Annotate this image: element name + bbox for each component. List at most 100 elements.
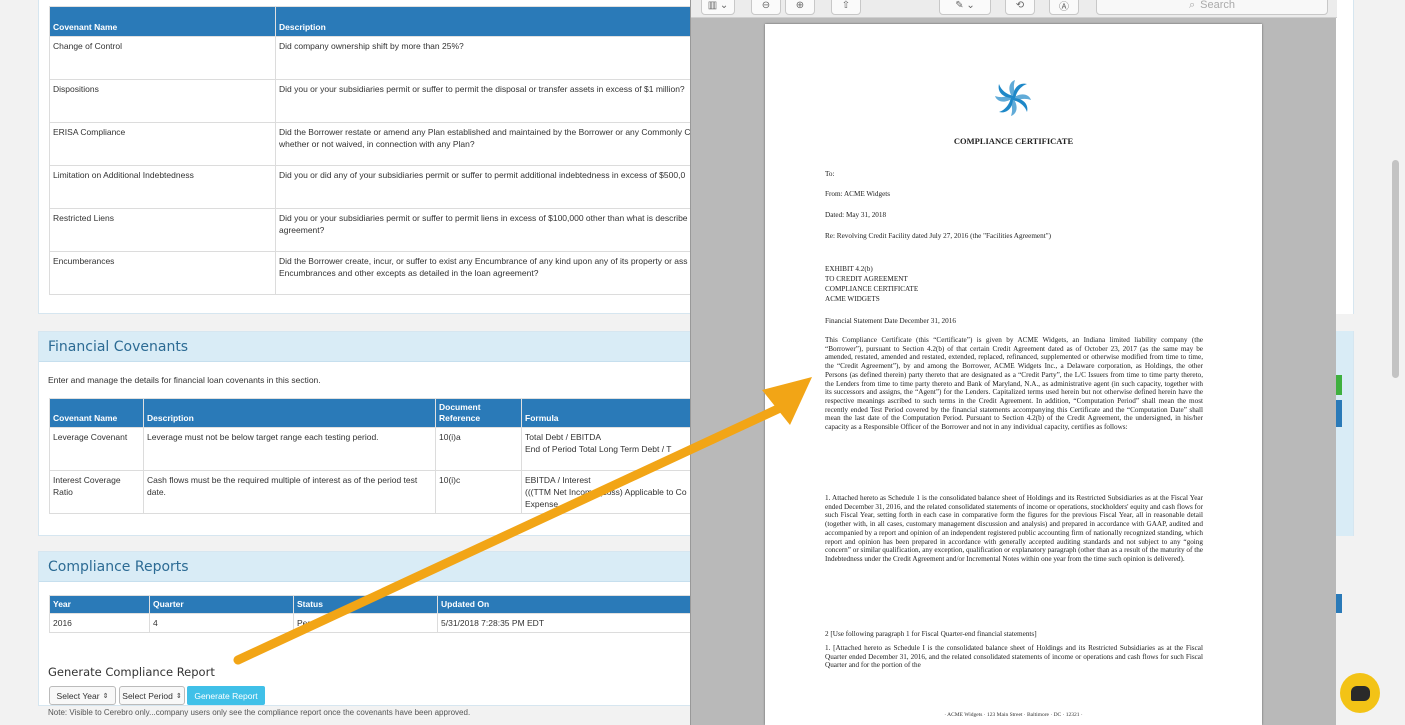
zoom-out-button[interactable]: ⊖ [751,0,781,15]
covenant-name: Limitation on Additional Indebtedness [49,165,276,209]
updown-icon: ⇕ [102,692,109,700]
table-row[interactable]: Restricted Liens Did you or your subsidia… [49,208,700,252]
table-header-edge [1336,594,1342,613]
doc-exhibit: EXHIBIT 4.2(b) TO CREDIT AGREEMENT COMPL… [825,264,1203,304]
updown-icon: ⇕ [175,692,182,700]
report-status: Pendi [293,613,438,633]
annotate-icon: Ⓐ [1059,1,1069,13]
col-updated-on: Updated On [437,595,700,614]
markup-button[interactable]: ✎ ⌄ [939,0,991,15]
pdf-preview-window: ▥ ⌄ ⊖ ⊕ ⇧ ✎ ⌄ ⟲ Ⓐ ⌕ Search COMPLIANCE CER… [690,0,1337,725]
covenant-name: Leverage Covenant [49,427,144,471]
preview-search-field[interactable]: ⌕ Search [1096,0,1328,15]
doc-statement-date: Financial Statement Date December 31, 20… [825,317,956,325]
rotate-button[interactable]: ⟲ [1005,0,1035,15]
select-period-dropdown[interactable]: Select Period ⇕ [119,686,185,705]
page-scrollbar[interactable] [1392,160,1399,378]
col-document-reference: Document Reference [435,398,522,428]
col-year: Year [49,595,150,614]
generate-report-button[interactable]: Generate Report [187,686,265,705]
document-reference: 10(i)c [435,470,522,514]
pen-icon: ✎ ⌄ [955,0,975,11]
financial-intro: Enter and manage the details for financi… [48,375,321,385]
certificate-title: COMPLIANCE CERTIFICATE [953,136,1074,146]
pdf-page: COMPLIANCE CERTIFICATE To: From: ACME Wi… [765,24,1262,725]
nonfinancial-table: Covenant Name Description Change of Cont… [49,6,700,295]
right-panel-edge [1336,331,1354,536]
table-row[interactable]: Dispositions Did you or your subsidiaries… [49,79,700,123]
table-row[interactable]: Encumberances Did the Borrower create, in… [49,251,700,295]
covenant-description: Cash flows must be the required multiple… [143,470,436,514]
document-reference: 10(i)a [435,427,522,471]
table-row[interactable]: Leverage Covenant Leverage must not be b… [49,427,700,471]
doc-re: Re: Revolving Credit Facility dated July… [825,232,1052,240]
col-covenant-name: Covenant Name [49,6,276,37]
formula: Total Debt / EBITDA End of Period Total … [521,427,700,471]
share-button[interactable]: ⇧ [831,0,861,15]
zoom-in-icon: ⊕ [795,0,805,11]
preview-toolbar: ▥ ⌄ ⊖ ⊕ ⇧ ✎ ⌄ ⟲ Ⓐ ⌕ Search [691,0,1337,18]
exhibit-line: COMPLIANCE CERTIFICATE [825,285,919,293]
doc-paragraph-1: This Compliance Certificate (this “Certi… [825,336,1203,432]
col-quarter: Quarter [149,595,294,614]
covenant-name: Dispositions [49,79,276,123]
doc-dated: Dated: May 31, 2018 [825,211,887,219]
select-year-dropdown[interactable]: Select Year ⇕ [49,686,116,705]
doc-paragraph-3-heading: 2 [Use following paragraph 1 for Fiscal … [825,630,1037,638]
annotate-button[interactable]: Ⓐ [1049,0,1079,15]
table-row[interactable]: 2016 4 Pendi 5/31/2018 7:28:35 PM EDT [49,613,700,633]
reports-table: Year Quarter Status Updated On 2016 4 Pe… [49,595,700,633]
doc-paragraph-3: 1. [Attached hereto as Schedule I is the… [825,644,1203,670]
covenant-name: Interest Coverage Ratio [49,470,144,514]
covenant-name: Encumberances [49,251,276,295]
covenant-description: Did you or did any of your subsidiaries … [275,165,700,209]
col-description: Description [143,398,436,428]
covenant-description: Did you or your subsidiaries permit or s… [275,208,700,252]
search-icon: ⌕ [1188,0,1196,11]
col-covenant-name: Covenant Name [49,398,144,428]
chat-button[interactable] [1340,673,1380,713]
nonfinancial-covenants-panel: Covenant Name Description Change of Cont… [38,0,700,314]
doc-from: From: ACME Widgets [825,190,891,198]
covenant-description: Did you or your subsidiaries permit or s… [275,79,700,123]
doc-to: To: [825,170,835,178]
report-updated-on: 5/31/2018 7:28:35 PM EDT [437,613,700,633]
status-indicator [1336,375,1342,395]
table-header-edge [1336,400,1342,427]
financial-covenants-panel: Financial Covenants Enter and manage the… [38,331,700,536]
exhibit-line: TO CREDIT AGREEMENT [825,275,908,283]
report-quarter: 4 [149,613,294,633]
compliance-reports-panel: Compliance Reports Year Quarter Status U… [38,551,700,717]
select-period-label: Select Period [122,690,173,701]
covenant-name: Change of Control [49,36,276,80]
covenant-description: Did company ownership shift by more than… [275,36,700,80]
col-status: Status [293,595,438,614]
select-year-label: Select Year [56,690,100,701]
exhibit-line: EXHIBIT 4.2(b) [825,265,873,273]
report-year: 2016 [49,613,150,633]
right-panel-edge [1336,0,1354,314]
table-row[interactable]: ERISA Compliance Did the Borrower restate… [49,122,700,166]
financial-table: Covenant Name Description Document Refer… [49,398,700,514]
financial-covenants-title: Financial Covenants [39,332,697,362]
covenant-name: Restricted Liens [49,208,276,252]
company-logo-icon [995,80,1031,116]
covenant-description: Leverage must not be below target range … [143,427,436,471]
col-description: Description [275,6,700,37]
sidebar-toggle-button[interactable]: ▥ ⌄ [701,0,735,15]
zoom-in-button[interactable]: ⊕ [785,0,815,15]
share-icon: ⇧ [841,0,851,11]
table-row[interactable]: Change of Control Did company ownership s… [49,36,700,80]
doc-paragraph-2: 1. Attached hereto as Schedule 1 is the … [825,494,1203,563]
covenant-description: Did the Borrower create, incur, or suffe… [275,251,700,295]
rotate-icon: ⟲ [1015,0,1025,11]
formula: EBITDA / Interest (((TTM Net Income (Los… [521,470,700,514]
table-row[interactable]: Limitation on Additional Indebtedness Did… [49,165,700,209]
doc-footer: · ACME Widgets · 123 Main Street · Balti… [944,712,1083,718]
covenant-name: ERISA Compliance [49,122,276,166]
compliance-reports-title: Compliance Reports [39,552,697,582]
visibility-note: Note: Visible to Cerebro only...company … [48,708,471,717]
sidebar-icon: ▥ ⌄ [707,0,729,11]
generate-report-title: Generate Compliance Report [48,665,215,679]
table-row[interactable]: Interest Coverage Ratio Cash flows must … [49,470,700,514]
